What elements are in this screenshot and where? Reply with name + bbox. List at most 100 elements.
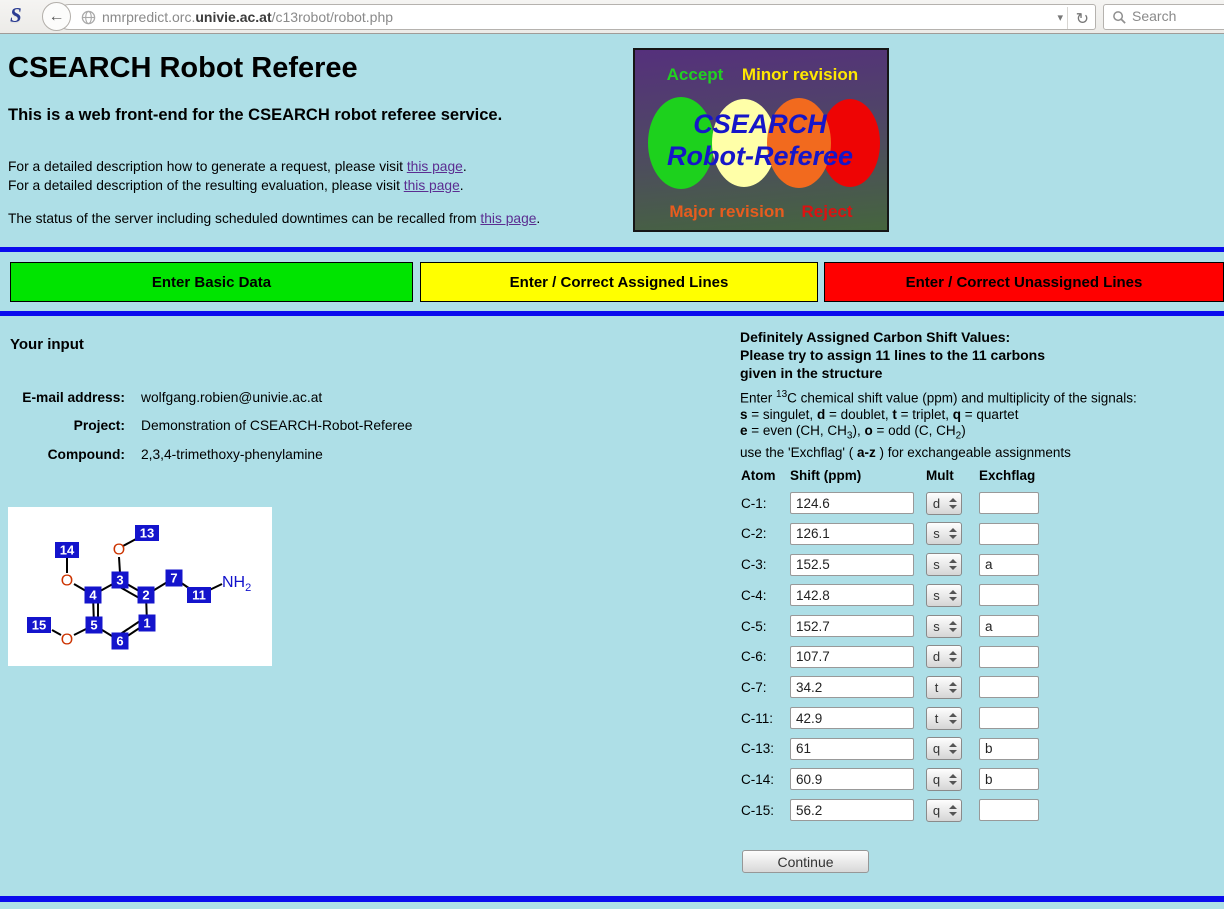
mult-select[interactable]: s bbox=[926, 553, 962, 576]
continue-button[interactable]: Continue bbox=[742, 850, 869, 873]
exchflag-input[interactable] bbox=[979, 523, 1039, 545]
atom-label: C-11: bbox=[741, 711, 790, 726]
compound-value: 2,3,4-trimethoxy-phenylamine bbox=[141, 447, 323, 475]
logo-major-label: Major revision bbox=[669, 202, 784, 221]
logo-title-line1: CSEARCH bbox=[693, 109, 827, 139]
reload-icon[interactable]: ↻ bbox=[1067, 7, 1089, 29]
shift-input[interactable] bbox=[790, 707, 914, 729]
atom-label: C-2: bbox=[741, 526, 790, 541]
page-subtitle: This is a web front-end for the CSEARCH … bbox=[8, 106, 502, 125]
mult-select[interactable]: t bbox=[926, 707, 962, 730]
mult-select[interactable]: s bbox=[926, 584, 962, 607]
mult-select[interactable]: s bbox=[926, 615, 962, 638]
logo-title-line2: Robot-Referee bbox=[667, 141, 853, 171]
atom-label: C-1: bbox=[741, 496, 790, 511]
url-text: nmrpredict.orc.univie.ac.at/c13robot/rob… bbox=[102, 9, 393, 25]
divider bbox=[0, 311, 1224, 316]
exchflag-input[interactable] bbox=[979, 584, 1039, 606]
server-status-text: The status of the server including sched… bbox=[8, 211, 540, 226]
request-description-link[interactable]: this page bbox=[407, 159, 463, 174]
search-box[interactable] bbox=[1103, 4, 1224, 30]
table-row: C-2: s bbox=[741, 523, 1039, 546]
exchflag-input[interactable] bbox=[979, 799, 1039, 821]
compound-label: Compound: bbox=[10, 447, 125, 475]
url-bar[interactable]: nmrpredict.orc.univie.ac.at/c13robot/rob… bbox=[56, 4, 1096, 30]
spinner-icon bbox=[946, 682, 959, 693]
mult-select[interactable]: q bbox=[926, 799, 962, 822]
assignment-instructions: Enter 13C chemical shift value (ppm) and… bbox=[740, 387, 1137, 462]
exchflag-input[interactable] bbox=[979, 615, 1039, 637]
shift-input[interactable] bbox=[790, 492, 914, 514]
server-status-link[interactable]: this page bbox=[480, 211, 536, 226]
spinner-icon bbox=[946, 498, 959, 509]
session-manager-icon[interactable]: S bbox=[10, 3, 22, 28]
evaluation-description-link[interactable]: this page bbox=[404, 178, 460, 193]
enter-assigned-lines-button[interactable]: Enter / Correct Assigned Lines bbox=[420, 262, 818, 302]
molecule-atom-2: 2 bbox=[142, 588, 149, 603]
back-button[interactable]: ← bbox=[42, 2, 71, 31]
molecule-atom-13: 13 bbox=[140, 526, 154, 541]
logo-accept-label: Accept bbox=[667, 65, 724, 84]
table-row: C-13: q bbox=[741, 738, 1039, 761]
enter-unassigned-lines-button[interactable]: Enter / Correct Unassigned Lines bbox=[824, 262, 1224, 302]
oxygen-atom: O bbox=[61, 632, 73, 649]
email-row: E-mail address: wolfgang.robien@univie.a… bbox=[10, 390, 412, 418]
table-row: C-7: t bbox=[741, 676, 1039, 699]
exchflag-input[interactable] bbox=[979, 738, 1039, 760]
shift-input[interactable] bbox=[790, 646, 914, 668]
oxygen-atom: O bbox=[61, 573, 73, 590]
spinner-icon bbox=[946, 559, 959, 570]
molecule-atom-7: 7 bbox=[170, 571, 177, 586]
intro-line-2: For a detailed description of the result… bbox=[8, 177, 467, 196]
column-exchflag: Exchflag bbox=[979, 468, 1049, 483]
table-row: C-3: s bbox=[741, 553, 1039, 576]
table-row: C-5: s bbox=[741, 615, 1039, 638]
search-input[interactable] bbox=[1132, 8, 1224, 24]
mult-select[interactable]: d bbox=[926, 645, 962, 668]
exchflag-input[interactable] bbox=[979, 492, 1039, 514]
mult-select[interactable]: d bbox=[926, 492, 962, 515]
table-row: C-14: q bbox=[741, 768, 1039, 791]
email-label: E-mail address: bbox=[10, 390, 125, 418]
exchflag-input[interactable] bbox=[979, 768, 1039, 790]
project-value: Demonstration of CSEARCH-Robot-Referee bbox=[141, 418, 412, 446]
mult-select[interactable]: s bbox=[926, 522, 962, 545]
spinner-icon bbox=[946, 774, 959, 785]
url-dropdown-icon[interactable]: ▾ bbox=[1057, 11, 1063, 24]
logo-minor-label: Minor revision bbox=[742, 65, 858, 84]
table-row: C-1: d bbox=[741, 492, 1039, 515]
exchflag-input[interactable] bbox=[979, 554, 1039, 576]
shift-input[interactable] bbox=[790, 799, 914, 821]
molecule-atom-1: 1 bbox=[143, 616, 150, 631]
oxygen-atom: O bbox=[113, 542, 125, 559]
mult-select[interactable]: t bbox=[926, 676, 962, 699]
logo-reject-label: Reject bbox=[801, 202, 852, 221]
exchflag-input[interactable] bbox=[979, 707, 1039, 729]
browser-toolbar: S ← nmrpredict.orc.univie.ac.at/c13robot… bbox=[0, 0, 1224, 34]
assignment-heading: Definitely Assigned Carbon Shift Values:… bbox=[740, 329, 1045, 382]
molecule-structure-image: O O O 3 2 1 6 5 4 bbox=[8, 507, 272, 666]
shift-input[interactable] bbox=[790, 615, 914, 637]
page-title: CSEARCH Robot Referee bbox=[8, 52, 358, 85]
spinner-icon bbox=[946, 651, 959, 662]
shift-input[interactable] bbox=[790, 584, 914, 606]
enter-basic-data-button[interactable]: Enter Basic Data bbox=[10, 262, 413, 302]
molecule-atom-15: 15 bbox=[32, 618, 46, 633]
search-icon bbox=[1112, 10, 1127, 25]
shift-input[interactable] bbox=[790, 768, 914, 790]
mult-select[interactable]: q bbox=[926, 737, 962, 760]
table-row: C-11: t bbox=[741, 707, 1039, 730]
atom-label: C-14: bbox=[741, 772, 790, 787]
exchflag-input[interactable] bbox=[979, 676, 1039, 698]
shift-input[interactable] bbox=[790, 738, 914, 760]
atom-label: C-13: bbox=[741, 741, 790, 756]
molecule-atom-11: 11 bbox=[192, 588, 206, 603]
column-mult: Mult bbox=[926, 468, 979, 483]
exchflag-input[interactable] bbox=[979, 646, 1039, 668]
shift-input[interactable] bbox=[790, 676, 914, 698]
compound-row: Compound: 2,3,4-trimethoxy-phenylamine bbox=[10, 447, 412, 475]
shift-input[interactable] bbox=[790, 523, 914, 545]
shift-input[interactable] bbox=[790, 554, 914, 576]
project-row: Project: Demonstration of CSEARCH-Robot-… bbox=[10, 418, 412, 446]
mult-select[interactable]: q bbox=[926, 768, 962, 791]
